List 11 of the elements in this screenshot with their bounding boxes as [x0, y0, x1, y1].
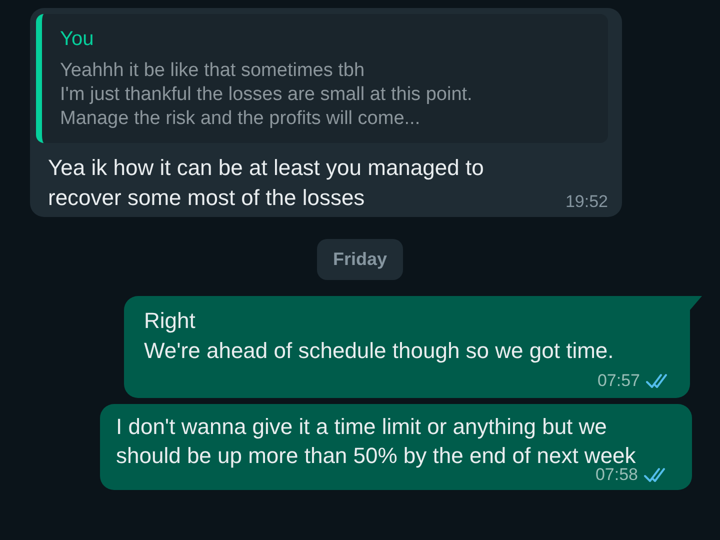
message-bubble[interactable] [30, 8, 622, 217]
message-bubble[interactable]: I don't wanna give it a time limit or anything but we should be up more than 50% by the end of next week 07:58 [100, 404, 692, 490]
date-chip: Friday [316, 239, 404, 280]
message-time: 19:52 [565, 191, 608, 213]
message-time: 07:57 [597, 370, 640, 392]
message-text: Right We're ahead of schedule though so we got time. [144, 307, 615, 365]
quote-author: You [60, 28, 95, 51]
quote-text: Yeahhh it be like that sometimes tbh I'm just thankful the losses are small at this point. Manage the risk and the profits will come... [60, 59, 474, 131]
message-bubble[interactable]: Right We're ahead of schedule though so we got time. 07:57 [124, 296, 690, 398]
message-text: Yea ik how it can be at least you managed to recover some most of the losses [48, 154, 485, 212]
quoted-message[interactable]: You Yeahhh it be like that sometimes tbh I'm just thankful the losses are small at this point. Manage the risk and the profits will come... [36, 14, 608, 143]
